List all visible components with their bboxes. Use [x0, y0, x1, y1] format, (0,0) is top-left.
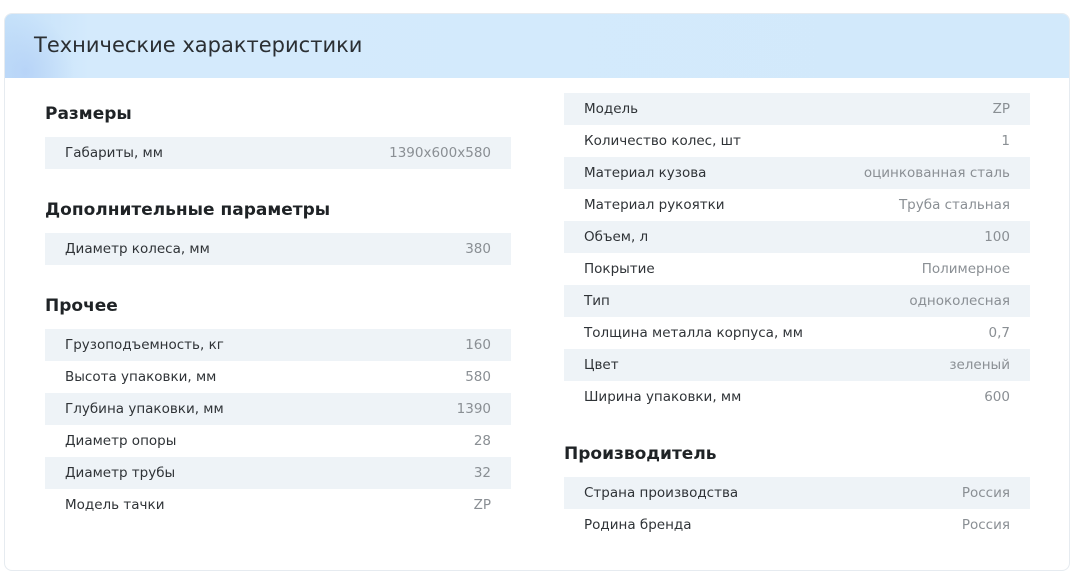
spec-label: Материал кузова — [584, 165, 707, 181]
spec-row: Диаметр трубы 32 — [45, 457, 511, 489]
spec-value: ZP — [473, 497, 491, 513]
section-title-dimensions: Размеры — [45, 104, 132, 124]
spec-row: Диаметр колеса, мм 380 — [45, 233, 511, 265]
spec-row: Грузоподъемность, кг 160 — [45, 329, 511, 361]
spec-value: 1390 — [456, 401, 491, 417]
spec-label: Количество колес, шт — [584, 133, 741, 149]
spec-label: Ширина упаковки, мм — [584, 389, 742, 405]
spec-label: Диаметр колеса, мм — [65, 241, 210, 257]
spec-row: Цвет зеленый — [564, 349, 1030, 381]
spec-value: 100 — [984, 229, 1010, 245]
spec-label: Объем, л — [584, 229, 649, 245]
spec-row: Ширина упаковки, мм 600 — [564, 381, 1030, 413]
spec-value: 28 — [473, 433, 491, 449]
spec-value: оцинкованная сталь — [863, 165, 1010, 181]
spec-label: Толщина металла корпуса, мм — [584, 325, 803, 341]
specs-header: Технические характеристики — [5, 14, 1069, 78]
spec-row: Диаметр опоры 28 — [45, 425, 511, 457]
section-title-other: Прочее — [45, 296, 118, 316]
spec-row: Тип одноколесная — [564, 285, 1030, 317]
spec-value: 160 — [465, 337, 491, 353]
spec-row: Материал рукоятки Труба стальная — [564, 189, 1030, 221]
spec-row: Габариты, мм 1390x600x580 — [45, 137, 511, 169]
spec-value: 1390x600x580 — [389, 145, 491, 161]
spec-row: Материал кузова оцинкованная сталь — [564, 157, 1030, 189]
spec-label: Модель — [584, 101, 639, 117]
spec-label: Модель тачки — [65, 497, 165, 513]
spec-value: 580 — [465, 369, 491, 385]
spec-value: Россия — [961, 517, 1010, 533]
spec-value: 1 — [1001, 133, 1010, 149]
spec-row: Покрытие Полимерное — [564, 253, 1030, 285]
spec-value: Труба стальная — [898, 197, 1010, 213]
spec-row: Количество колес, шт 1 — [564, 125, 1030, 157]
spec-value: 0,7 — [988, 325, 1010, 341]
spec-row: Модель тачки ZP — [45, 489, 511, 521]
spec-label: Страна производства — [584, 485, 739, 501]
spec-row: Высота упаковки, мм 580 — [45, 361, 511, 393]
specs-card: Технические характеристики Размеры Габар… — [4, 13, 1070, 571]
spec-value: Россия — [961, 485, 1010, 501]
spec-value: 32 — [473, 465, 491, 481]
spec-label: Диаметр трубы — [65, 465, 176, 481]
spec-value: зеленый — [949, 357, 1010, 373]
spec-label: Диаметр опоры — [65, 433, 177, 449]
specs-title: Технические характеристики — [34, 33, 363, 57]
spec-label: Родина бренда — [584, 517, 692, 533]
section-title-additional: Дополнительные параметры — [45, 200, 331, 220]
spec-value: ZP — [992, 101, 1010, 117]
spec-label: Цвет — [584, 357, 619, 373]
spec-value: Полимерное — [921, 261, 1010, 277]
spec-row: Родина бренда Россия — [564, 509, 1030, 541]
spec-value: 380 — [465, 241, 491, 257]
spec-label: Глубина упаковки, мм — [65, 401, 224, 417]
spec-row: Толщина металла корпуса, мм 0,7 — [564, 317, 1030, 349]
section-title-manufacturer: Производитель — [564, 444, 717, 464]
spec-label: Габариты, мм — [65, 145, 163, 161]
spec-label: Покрытие — [584, 261, 655, 277]
spec-value: 600 — [984, 389, 1010, 405]
spec-label: Тип — [584, 293, 610, 309]
spec-row: Глубина упаковки, мм 1390 — [45, 393, 511, 425]
spec-row: Объем, л 100 — [564, 221, 1030, 253]
spec-label: Материал рукоятки — [584, 197, 725, 213]
spec-label: Высота упаковки, мм — [65, 369, 217, 385]
spec-row: Модель ZP — [564, 93, 1030, 125]
spec-label: Грузоподъемность, кг — [65, 337, 224, 353]
spec-row: Страна производства Россия — [564, 477, 1030, 509]
spec-value: одноколесная — [909, 293, 1010, 309]
